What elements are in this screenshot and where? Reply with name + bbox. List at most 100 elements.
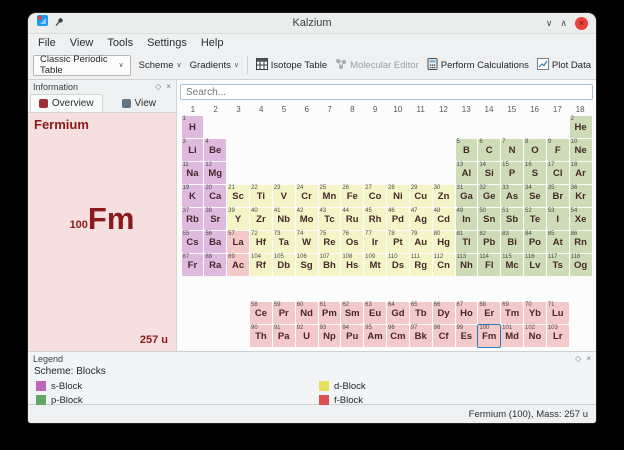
element-Au[interactable]: 79Au xyxy=(410,231,432,253)
element-Mn[interactable]: 25Mn xyxy=(319,185,341,207)
element-P[interactable]: 15P xyxy=(501,162,523,184)
element-N[interactable]: 7N xyxy=(501,139,523,161)
element-Rn[interactable]: 86Rn xyxy=(570,231,592,253)
element-Xe[interactable]: 54Xe xyxy=(570,208,592,230)
element-Cl[interactable]: 17Cl xyxy=(547,162,569,184)
element-He[interactable]: 2He xyxy=(570,116,592,138)
element-Fr[interactable]: 87Fr xyxy=(182,254,204,276)
close-legend-icon[interactable]: × xyxy=(586,355,591,363)
element-Tb[interactable]: 65Tb xyxy=(410,302,432,324)
float-legend-icon[interactable]: ◇ xyxy=(575,355,581,363)
element-Lu[interactable]: 71Lu xyxy=(547,302,569,324)
element-Cf[interactable]: 98Cf xyxy=(433,325,455,347)
element-Mg[interactable]: 12Mg xyxy=(204,162,226,184)
element-Eu[interactable]: 63Eu xyxy=(364,302,386,324)
menu-settings[interactable]: Settings xyxy=(141,36,193,50)
element-Br[interactable]: 35Br xyxy=(547,185,569,207)
element-Ca[interactable]: 20Ca xyxy=(204,185,226,207)
element-Es[interactable]: 99Es xyxy=(456,325,478,347)
element-Ir[interactable]: 77Ir xyxy=(364,231,386,253)
element-Lr[interactable]: 103Lr xyxy=(547,325,569,347)
element-Bh[interactable]: 107Bh xyxy=(319,254,341,276)
element-Hs[interactable]: 108Hs xyxy=(341,254,363,276)
element-Og[interactable]: 118Og xyxy=(570,254,592,276)
element-Rg[interactable]: 111Rg xyxy=(410,254,432,276)
element-Cs[interactable]: 55Cs xyxy=(182,231,204,253)
titlebar[interactable]: Kalzium ∨ ∧ × xyxy=(28,13,596,34)
element-Hg[interactable]: 80Hg xyxy=(433,231,455,253)
element-Mo[interactable]: 42Mo xyxy=(296,208,318,230)
element-Sc[interactable]: 21Sc xyxy=(227,185,249,207)
element-In[interactable]: 49In xyxy=(456,208,478,230)
table-type-combobox[interactable]: Classic Periodic Table ∨ xyxy=(33,55,131,76)
element-Sr[interactable]: 38Sr xyxy=(204,208,226,230)
element-Ac[interactable]: 89Ac xyxy=(227,254,249,276)
element-Sb[interactable]: 51Sb xyxy=(501,208,523,230)
menu-help[interactable]: Help xyxy=(195,36,230,50)
tab-view[interactable]: View xyxy=(104,95,175,112)
element-Np[interactable]: 93Np xyxy=(319,325,341,347)
element-No[interactable]: 102No xyxy=(524,325,546,347)
element-Po[interactable]: 84Po xyxy=(524,231,546,253)
element-Er[interactable]: 68Er xyxy=(478,302,500,324)
element-Pm[interactable]: 61Pm xyxy=(319,302,341,324)
element-Lv[interactable]: 116Lv xyxy=(524,254,546,276)
maximize-button[interactable]: ∧ xyxy=(560,19,567,28)
element-Fm[interactable]: 100Fm xyxy=(478,325,500,347)
element-Cm[interactable]: 96Cm xyxy=(387,325,409,347)
element-Mc[interactable]: 115Mc xyxy=(501,254,523,276)
element-Pt[interactable]: 78Pt xyxy=(387,231,409,253)
scheme-button[interactable]: Scheme ∨ xyxy=(139,60,182,71)
menu-view[interactable]: View xyxy=(64,36,100,50)
element-Fe[interactable]: 26Fe xyxy=(341,185,363,207)
element-Yb[interactable]: 70Yb xyxy=(524,302,546,324)
element-Ag[interactable]: 47Ag xyxy=(410,208,432,230)
element-Rb[interactable]: 37Rb xyxy=(182,208,204,230)
close-button[interactable]: × xyxy=(575,17,588,30)
element-Mt[interactable]: 109Mt xyxy=(364,254,386,276)
element-Pr[interactable]: 59Pr xyxy=(273,302,295,324)
element-U[interactable]: 92U xyxy=(296,325,318,347)
element-Sg[interactable]: 106Sg xyxy=(296,254,318,276)
element-Nb[interactable]: 41Nb xyxy=(273,208,295,230)
tab-overview[interactable]: Overview xyxy=(30,94,103,112)
element-Hf[interactable]: 72Hf xyxy=(250,231,272,253)
element-At[interactable]: 85At xyxy=(547,231,569,253)
element-S[interactable]: 16S xyxy=(524,162,546,184)
element-Re[interactable]: 75Re xyxy=(319,231,341,253)
search-input[interactable] xyxy=(180,84,593,100)
element-Ts[interactable]: 117Ts xyxy=(547,254,569,276)
element-I[interactable]: 53I xyxy=(547,208,569,230)
close-dock-icon[interactable]: × xyxy=(166,83,171,91)
element-Pd[interactable]: 46Pd xyxy=(387,208,409,230)
element-V[interactable]: 23V xyxy=(273,185,295,207)
element-Pb[interactable]: 82Pb xyxy=(478,231,500,253)
element-Sm[interactable]: 62Sm xyxy=(341,302,363,324)
minimize-button[interactable]: ∨ xyxy=(546,19,553,28)
element-Ta[interactable]: 73Ta xyxy=(273,231,295,253)
menu-file[interactable]: File xyxy=(32,36,62,50)
element-Ga[interactable]: 31Ga xyxy=(456,185,478,207)
element-Gd[interactable]: 64Gd xyxy=(387,302,409,324)
element-Nh[interactable]: 113Nh xyxy=(456,254,478,276)
element-Na[interactable]: 11Na xyxy=(182,162,204,184)
element-Ti[interactable]: 22Ti xyxy=(250,185,272,207)
element-Te[interactable]: 52Te xyxy=(524,208,546,230)
gradients-button[interactable]: Gradients ∨ xyxy=(190,60,239,71)
element-As[interactable]: 33As xyxy=(501,185,523,207)
element-Tl[interactable]: 81Tl xyxy=(456,231,478,253)
element-Ar[interactable]: 18Ar xyxy=(570,162,592,184)
element-Ds[interactable]: 110Ds xyxy=(387,254,409,276)
element-Rf[interactable]: 104Rf xyxy=(250,254,272,276)
element-O[interactable]: 8O xyxy=(524,139,546,161)
element-Cr[interactable]: 24Cr xyxy=(296,185,318,207)
element-Se[interactable]: 34Se xyxy=(524,185,546,207)
element-Ru[interactable]: 44Ru xyxy=(341,208,363,230)
element-Bi[interactable]: 83Bi xyxy=(501,231,523,253)
element-Th[interactable]: 90Th xyxy=(250,325,272,347)
element-Al[interactable]: 13Al xyxy=(456,162,478,184)
element-Cn[interactable]: 112Cn xyxy=(433,254,455,276)
element-Y[interactable]: 39Y xyxy=(227,208,249,230)
element-Dy[interactable]: 66Dy xyxy=(433,302,455,324)
element-Fl[interactable]: 114Fl xyxy=(478,254,500,276)
